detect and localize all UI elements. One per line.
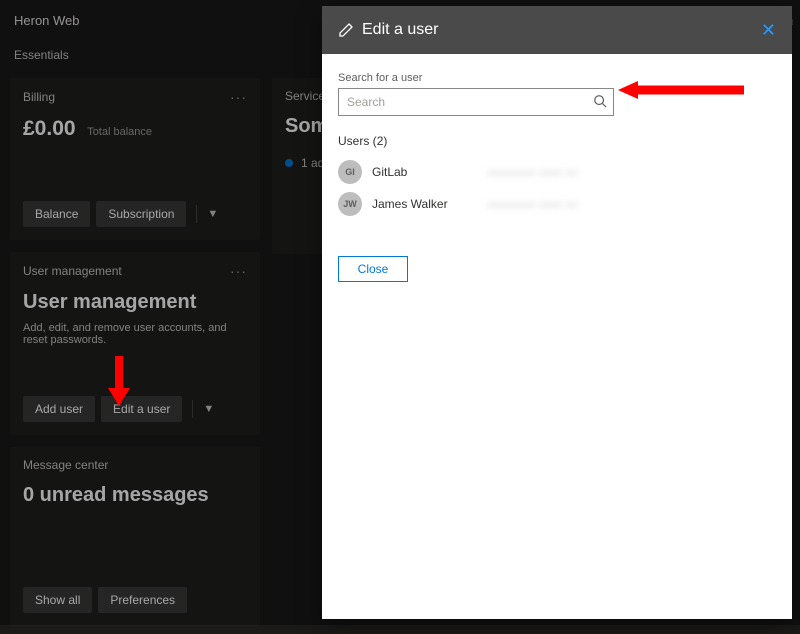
edit-user-button[interactable]: Edit a user	[101, 396, 182, 422]
divider	[192, 400, 193, 418]
user-name: GitLab	[372, 165, 477, 179]
user-name: James Walker	[372, 197, 477, 211]
user-search-input[interactable]	[338, 88, 614, 116]
user-mgmt-title: User management	[23, 264, 122, 278]
user-email: xxxxxxxx xxxx xx	[487, 197, 578, 211]
more-icon[interactable]: ···	[230, 263, 247, 279]
preferences-button[interactable]: Preferences	[98, 587, 187, 613]
search-field-label: Search for a user	[338, 72, 776, 84]
close-icon[interactable]: ✕	[761, 20, 776, 41]
billing-card: Billing ··· £0.00 Total balance Balance …	[10, 78, 260, 240]
divider	[196, 205, 197, 223]
user-row[interactable]: JW James Walker xxxxxxxx xxxx xx	[338, 188, 776, 220]
message-center-card: Message center 0 unread messages Show al…	[10, 447, 260, 626]
user-row[interactable]: GI GitLab xxxxxxxx xxxx xx	[338, 156, 776, 188]
subscription-button[interactable]: Subscription	[96, 201, 186, 227]
user-mgmt-desc: Add, edit, and remove user accounts, and…	[23, 322, 247, 346]
close-button[interactable]: Close	[338, 256, 408, 282]
chevron-down-icon[interactable]: ▼	[203, 403, 214, 415]
messages-heading: 0 unread messages	[23, 484, 247, 507]
billing-title: Billing	[23, 90, 55, 104]
more-icon[interactable]: ···	[230, 89, 247, 105]
edit-user-panel: Edit a user ✕ Search for a user Users (2…	[322, 6, 792, 619]
panel-title: Edit a user	[362, 21, 438, 39]
avatar: JW	[338, 192, 362, 216]
messages-title: Message center	[23, 458, 108, 472]
brand-label: Heron Web	[14, 13, 80, 28]
show-all-button[interactable]: Show all	[23, 587, 92, 613]
billing-total-label: Total balance	[87, 126, 152, 138]
users-count-label: Users (2)	[338, 134, 776, 148]
essentials-label: Essentials	[14, 48, 69, 62]
search-icon	[593, 94, 607, 108]
user-email: xxxxxxxx xxxx xx	[487, 165, 578, 179]
status-dot-icon	[285, 159, 293, 167]
user-mgmt-heading: User management	[23, 291, 247, 314]
user-management-card: User management ··· User management Add,…	[10, 252, 260, 435]
pencil-icon	[338, 22, 354, 38]
avatar: GI	[338, 160, 362, 184]
add-user-button[interactable]: Add user	[23, 396, 95, 422]
chevron-down-icon[interactable]: ▼	[207, 208, 218, 220]
billing-amount: £0.00	[23, 117, 76, 141]
balance-button[interactable]: Balance	[23, 201, 90, 227]
